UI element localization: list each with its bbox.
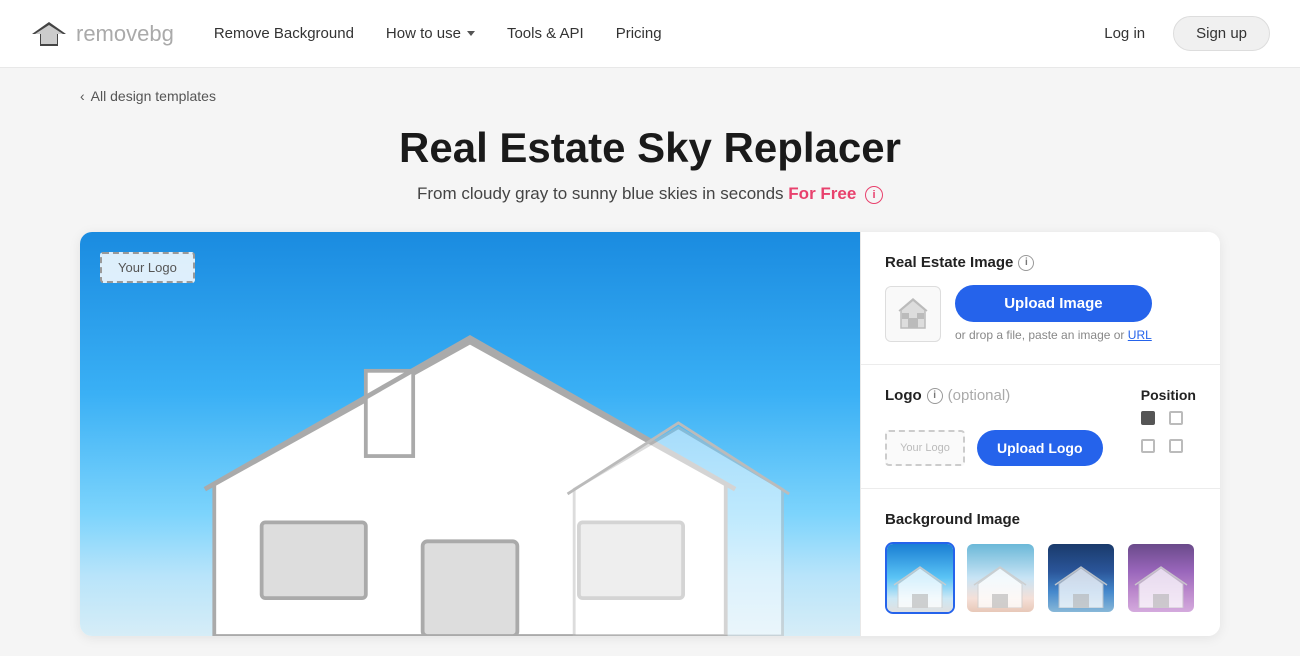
page-title: Real Estate Sky Replacer bbox=[80, 124, 1220, 172]
real-estate-image-section: Real Estate Image i Upload bbox=[861, 232, 1220, 365]
your-logo-badge: Your Logo bbox=[100, 252, 195, 283]
house-thumbnail bbox=[885, 286, 941, 342]
signup-button[interactable]: Sign up bbox=[1173, 16, 1270, 51]
nav-how-to-use[interactable]: How to use bbox=[386, 25, 475, 42]
background-image-section: Background Image bbox=[861, 489, 1220, 636]
brand-name-dark: remove bbox=[76, 21, 149, 46]
settings-panel: Real Estate Image i Upload bbox=[860, 232, 1220, 636]
nav-how-to-use-label: How to use bbox=[386, 25, 461, 42]
bg-thumbnails bbox=[885, 542, 1196, 614]
brand-name-light: bg bbox=[149, 21, 173, 46]
for-free-info-icon[interactable]: i bbox=[865, 186, 883, 204]
bg-thumb-1[interactable] bbox=[885, 542, 955, 614]
logo-section-label: Logo i (optional) bbox=[885, 387, 1103, 404]
login-button[interactable]: Log in bbox=[1092, 17, 1157, 50]
position-bottom-left[interactable] bbox=[1141, 439, 1155, 453]
for-free-label: For Free bbox=[788, 184, 856, 203]
optional-text: (optional) bbox=[948, 387, 1011, 404]
subtitle-text: From cloudy gray to sunny blue skies in … bbox=[417, 184, 784, 203]
logo-label-text: Logo bbox=[885, 387, 922, 404]
logo-section: Logo i (optional) Your Logo Upload Logo bbox=[861, 365, 1220, 489]
nav-actions: Log in Sign up bbox=[1092, 16, 1270, 51]
url-link[interactable]: URL bbox=[1128, 328, 1152, 342]
logo-position-row: Logo i (optional) Your Logo Upload Logo bbox=[885, 387, 1196, 466]
thumb-house-icon-4 bbox=[1131, 564, 1191, 608]
nav-links: Remove Background How to use Tools & API… bbox=[214, 25, 1092, 42]
bg-thumb-3[interactable] bbox=[1046, 542, 1116, 614]
position-section: Position bbox=[1141, 387, 1196, 459]
logo-left: Logo i (optional) Your Logo Upload Logo bbox=[885, 387, 1103, 466]
main-content: ‹ All design templates Real Estate Sky R… bbox=[50, 68, 1250, 656]
upload-logo-button[interactable]: Upload Logo bbox=[977, 430, 1103, 466]
house-placeholder-icon bbox=[895, 296, 931, 332]
upload-row: Upload Image or drop a file, paste an im… bbox=[885, 285, 1196, 342]
house-preview-svg bbox=[139, 314, 802, 636]
logo-placeholder-text: Your Logo bbox=[900, 442, 950, 454]
position-top-left[interactable] bbox=[1141, 411, 1155, 425]
drop-hint-text: or drop a file, paste an image or bbox=[955, 328, 1124, 342]
navbar: removebg Remove Background How to use To… bbox=[0, 0, 1300, 68]
nav-tools-api[interactable]: Tools & API bbox=[507, 25, 584, 42]
thumb-house-icon-1 bbox=[890, 564, 950, 608]
preview-panel: Your Logo bbox=[80, 232, 860, 636]
real-estate-info-icon[interactable]: i bbox=[1018, 255, 1034, 271]
position-grid bbox=[1141, 411, 1189, 459]
back-link[interactable]: ‹ All design templates bbox=[80, 88, 1220, 104]
drop-hint: or drop a file, paste an image or URL bbox=[955, 328, 1152, 342]
brand-name: removebg bbox=[76, 21, 174, 47]
bg-thumb-4[interactable] bbox=[1126, 542, 1196, 614]
nav-remove-background[interactable]: Remove Background bbox=[214, 25, 354, 42]
real-estate-image-label: Real Estate Image i bbox=[885, 254, 1196, 271]
nav-pricing[interactable]: Pricing bbox=[616, 25, 662, 42]
position-label: Position bbox=[1141, 387, 1196, 403]
logo-placeholder-box: Your Logo bbox=[885, 430, 965, 466]
logo[interactable]: removebg bbox=[30, 20, 174, 48]
position-bottom-right[interactable] bbox=[1169, 439, 1183, 453]
page-subtitle: From cloudy gray to sunny blue skies in … bbox=[80, 184, 1220, 204]
background-image-label: Background Image bbox=[885, 511, 1196, 528]
upload-right: Upload Image or drop a file, paste an im… bbox=[955, 285, 1152, 342]
thumb-house-icon-2 bbox=[970, 564, 1030, 608]
chevron-down-icon bbox=[467, 31, 475, 36]
tool-area: Your Logo bbox=[80, 232, 1220, 636]
logo-icon bbox=[30, 20, 68, 48]
back-chevron-icon: ‹ bbox=[80, 88, 85, 104]
upload-image-button[interactable]: Upload Image bbox=[955, 285, 1152, 322]
real-estate-label-text: Real Estate Image bbox=[885, 254, 1013, 271]
bg-thumb-2[interactable] bbox=[965, 542, 1035, 614]
breadcrumb-label: All design templates bbox=[91, 88, 216, 104]
thumb-house-icon-3 bbox=[1051, 564, 1111, 608]
position-top-right[interactable] bbox=[1169, 411, 1183, 425]
logo-info-icon[interactable]: i bbox=[927, 388, 943, 404]
